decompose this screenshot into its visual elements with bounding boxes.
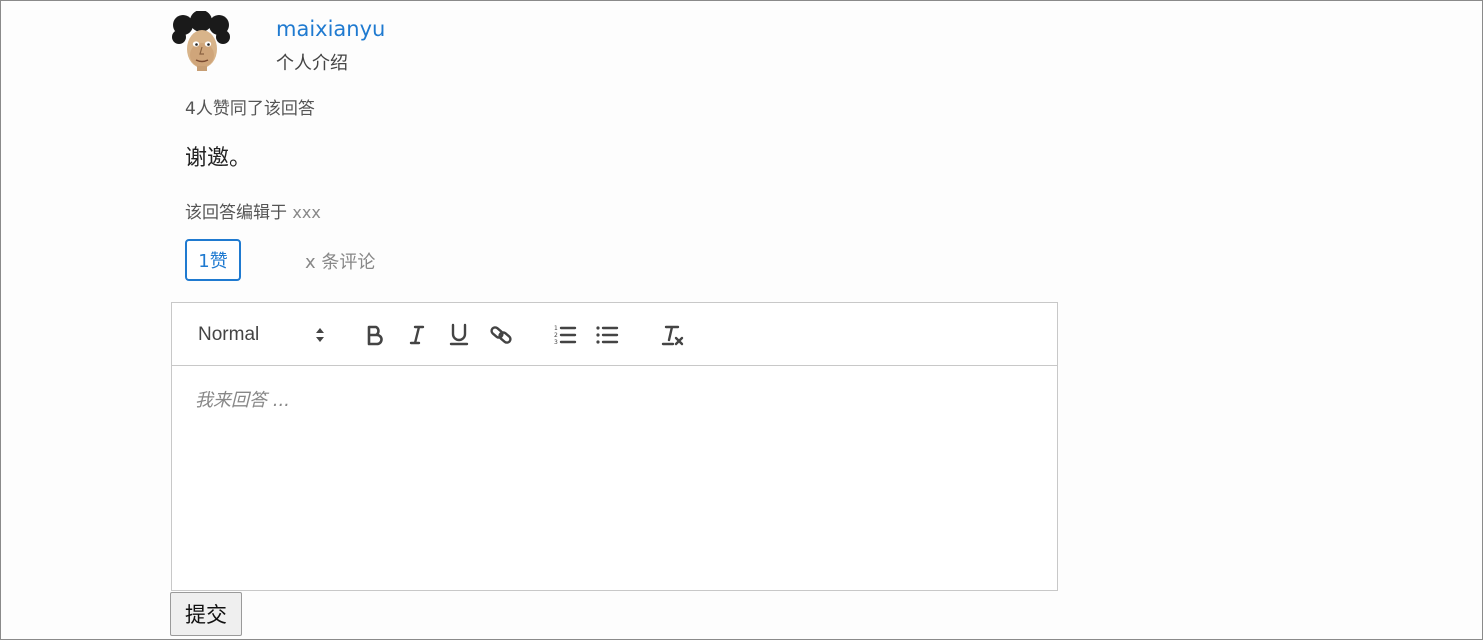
bold-button[interactable]: [362, 322, 388, 348]
bullet-list-icon: [596, 326, 619, 344]
ordered-list-icon: 1 2 3: [554, 325, 577, 346]
bold-icon: [367, 325, 383, 346]
italic-button[interactable]: [404, 322, 430, 348]
svg-text:1: 1: [554, 325, 558, 332]
link-icon: [490, 326, 512, 344]
italic-icon: [409, 325, 425, 345]
answer-content: 谢邀。: [185, 146, 252, 171]
avatar[interactable]: [171, 10, 231, 71]
submit-button[interactable]: 提交: [170, 592, 242, 636]
comments-link[interactable]: x 条评论: [305, 248, 375, 274]
editor-placeholder: 我来回答 ...: [195, 390, 290, 411]
editor-text-area[interactable]: 我来回答 ...: [172, 366, 1057, 590]
author-username-link[interactable]: maixianyu: [276, 17, 385, 41]
author-bio: 个人介绍: [276, 53, 348, 74]
bullet-list-button[interactable]: [594, 322, 620, 348]
link-button[interactable]: [488, 322, 514, 348]
rich-text-editor: Normal 1 2 3 我来回答 ...: [171, 302, 1058, 591]
edit-info: 该回答编辑于 xxx: [185, 198, 321, 223]
like-button[interactable]: 1赞: [185, 239, 241, 281]
svg-text:2: 2: [554, 332, 558, 339]
avatar-cartoon-face-icon: [172, 10, 230, 71]
edit-info-time: xxx: [292, 203, 321, 222]
clear-format-icon: [661, 325, 684, 346]
underline-icon: [449, 323, 469, 346]
underline-button[interactable]: [446, 322, 472, 348]
edit-info-label: 该回答编辑于: [185, 203, 287, 223]
select-arrows-icon: [314, 326, 326, 350]
page-frame: maixianyu 个人介绍 4人赞同了该回答 谢邀。 该回答编辑于 xxx 1…: [0, 0, 1483, 640]
format-select[interactable]: Normal: [198, 322, 326, 348]
format-select-value: Normal: [198, 324, 260, 345]
clear-format-button[interactable]: [660, 322, 686, 348]
editor-toolbar: Normal 1 2 3: [172, 303, 1057, 366]
ordered-list-button[interactable]: 1 2 3: [552, 322, 578, 348]
likes-summary: 4人赞同了该回答: [185, 99, 315, 119]
svg-text:3: 3: [554, 339, 558, 346]
